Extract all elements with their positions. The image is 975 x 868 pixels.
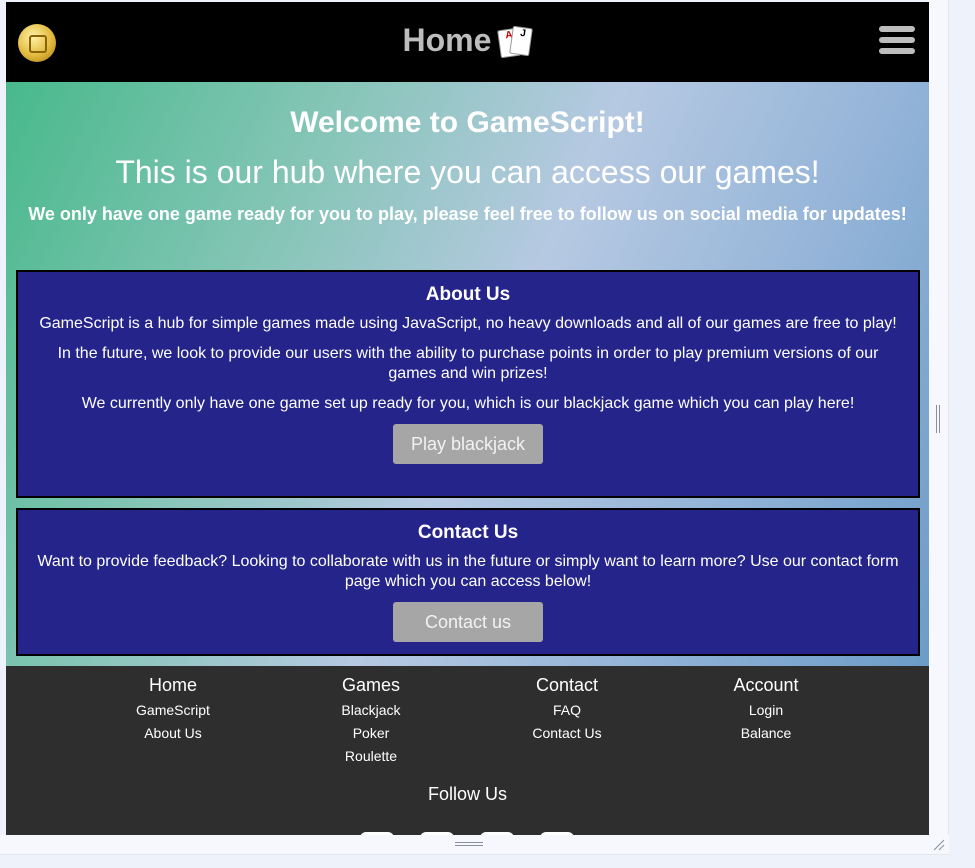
footer-link-login[interactable]: Login	[676, 699, 856, 722]
contact-us-panel: Contact Us Want to provide feedback? Loo…	[16, 508, 920, 656]
vertical-resize-grip-icon[interactable]	[936, 405, 942, 433]
footer-heading-account[interactable]: Account	[676, 674, 856, 696]
site-header: Home A J	[6, 2, 929, 82]
playing-cards-icon: A J	[496, 23, 533, 59]
contact-us-title: Contact Us	[417, 522, 519, 543]
contact-paragraph: Want to provide feedback? Looking to col…	[37, 553, 899, 590]
about-paragraph-1: GameScript is a hub for simple games mad…	[39, 315, 897, 332]
footer-link-contact-us[interactable]: Contact Us	[477, 722, 657, 745]
footer-link-balance[interactable]: Balance	[676, 722, 856, 745]
browser-viewport: Home A J Welcome to GameScript! This is …	[6, 2, 929, 835]
footer-heading-contact[interactable]: Contact	[477, 674, 657, 696]
resize-corner-icon[interactable]	[932, 838, 946, 852]
about-us-title: About Us	[425, 284, 511, 305]
contact-us-button[interactable]: Contact us	[393, 602, 543, 642]
footer-link-roulette[interactable]: Roulette	[281, 745, 461, 768]
footer-column-games: Games Blackjack Poker Roulette	[281, 674, 461, 768]
about-paragraph-3: We currently only have one game set up r…	[81, 395, 855, 412]
horizontal-resize-grip-icon[interactable]	[455, 842, 483, 848]
footer-link-faq[interactable]: FAQ	[477, 699, 657, 722]
site-footer: Home GameScript About Us Games Blackjack…	[6, 666, 929, 835]
hamburger-line	[879, 26, 915, 32]
follow-us-heading: Follow Us	[427, 784, 507, 804]
footer-heading-home[interactable]: Home	[83, 674, 263, 696]
footer-column-contact: Contact FAQ Contact Us	[477, 674, 657, 745]
hamburger-line	[879, 37, 915, 43]
header-title-wrap: Home A J	[6, 22, 929, 59]
about-us-panel: About Us GameScript is a hub for simple …	[16, 270, 920, 498]
footer-column-account: Account Login Balance	[676, 674, 856, 745]
footer-link-poker[interactable]: Poker	[281, 722, 461, 745]
hamburger-line	[879, 48, 915, 54]
hero-section: Welcome to GameScript! This is our hub w…	[6, 82, 929, 666]
footer-link-blackjack[interactable]: Blackjack	[281, 699, 461, 722]
welcome-heading: Welcome to GameScript!	[290, 106, 645, 139]
hub-subheading: This is our hub where you can access our…	[115, 154, 820, 190]
footer-link-about-us[interactable]: About Us	[83, 722, 263, 745]
page-title: Home	[402, 22, 492, 58]
play-blackjack-button[interactable]: Play blackjack	[393, 424, 543, 464]
card-jack: J	[508, 25, 533, 56]
about-paragraph-2: In the future, we look to provide our us…	[57, 345, 879, 382]
one-game-notice: We only have one game ready for you to p…	[28, 204, 907, 224]
hamburger-menu-icon[interactable]	[879, 26, 915, 58]
footer-column-home: Home GameScript About Us	[83, 674, 263, 745]
footer-heading-games[interactable]: Games	[281, 674, 461, 696]
footer-link-gamescript[interactable]: GameScript	[83, 699, 263, 722]
